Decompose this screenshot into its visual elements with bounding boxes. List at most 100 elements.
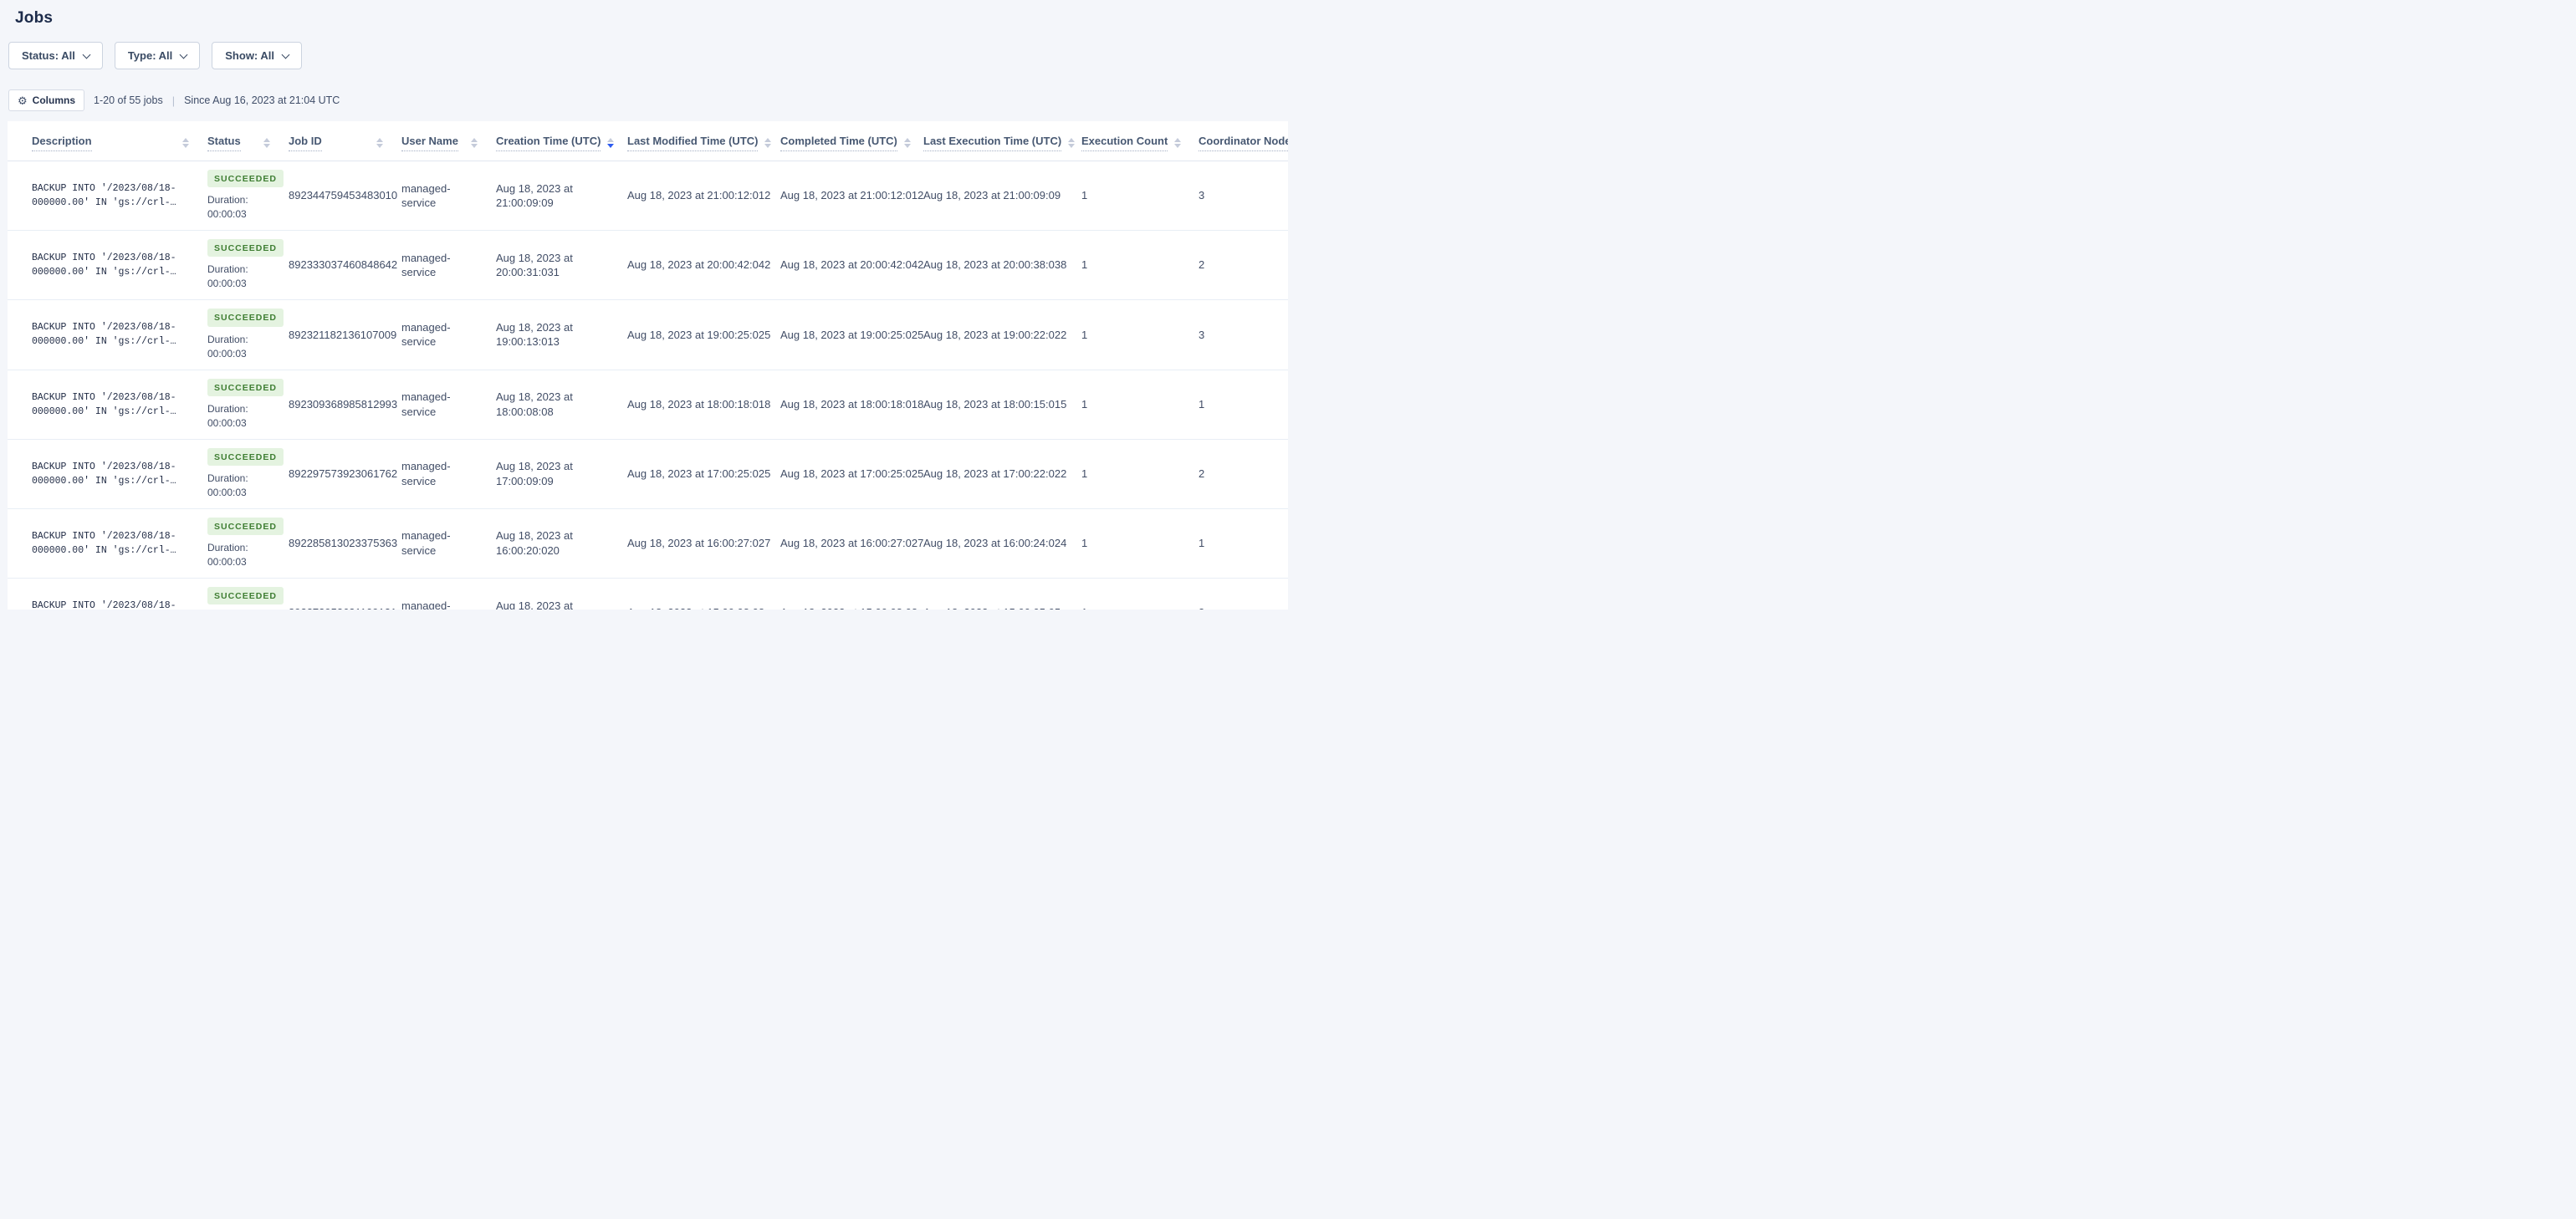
job-duration: Duration: 00:00:03 <box>207 333 248 360</box>
page-title: Jobs <box>15 9 54 27</box>
completed-time-cell: Aug 18, 2023 at 19:00:25:025 <box>772 299 923 370</box>
sort-arrows-icon <box>464 138 478 148</box>
status-badge: SUCCEEDED <box>207 447 284 466</box>
job-id-cell: 892321182136107009 <box>280 299 396 370</box>
status-cell: SUCCEEDED Duration: 00:00:03 <box>199 438 284 509</box>
table-toolbar: ⚙ Columns 1-20 of 55 jobs | Since Aug 16… <box>8 89 1288 111</box>
completed-time-cell: Aug 18, 2023 at 17:00:25:025 <box>772 438 923 509</box>
execution-count-cell: 1 <box>1073 369 1190 440</box>
columns-button-label: Columns <box>32 94 75 106</box>
status-cell: SUCCEEDED Duration: 00:00:03 <box>199 230 284 300</box>
user-name-cell: managed-service <box>393 369 488 440</box>
creation-time-cell: Aug 18, 2023 at 15:00:00:00 <box>488 578 619 610</box>
job-duration: Duration: 00:00:03 <box>207 263 248 290</box>
last-modified-time-cell: Aug 18, 2023 at 17:00:25:025 <box>619 438 772 509</box>
last-execution-time-cell: Aug 18, 2023 at 21:00:09:09 <box>915 161 1073 231</box>
creation-time-cell: Aug 18, 2023 at 19:00:13:013 <box>488 299 619 370</box>
status-badge: SUCCEEDED <box>207 378 284 396</box>
column-header-last-modified-time[interactable]: Last Modified Time (UTC) <box>619 121 772 161</box>
type-filter-dropdown[interactable]: Type: All <box>114 42 201 69</box>
user-name-cell: managed-service <box>393 230 488 300</box>
coordinator-node-cell: 3 <box>1190 578 1288 610</box>
column-header-last-execution-time[interactable]: Last Execution Time (UTC) <box>915 121 1076 161</box>
job-id-cell: 892344759453483010 <box>280 161 397 231</box>
status-badge: SUCCEEDED <box>207 517 284 536</box>
status-badge: SUCCEEDED <box>207 309 284 327</box>
job-id-cell: 892309368985812993 <box>280 369 397 440</box>
jobs-count: 1-20 of 55 jobs <box>94 94 163 106</box>
last-modified-time-cell: Aug 18, 2023 at 20:00:42:042 <box>619 230 772 300</box>
chevron-down-icon <box>179 50 188 59</box>
column-header-execution-count[interactable]: Execution Count <box>1073 121 1190 161</box>
jobs-table-body: BACKUP INTO '/2023/08/18- 000000.00' IN '… <box>8 161 1288 610</box>
coordinator-node-cell: 1 <box>1190 507 1288 579</box>
table-row: BACKUP INTO '/2023/08/18-000000.00' IN '… <box>8 369 1288 440</box>
coordinator-node-cell: 3 <box>1190 161 1288 231</box>
job-id-cell: 892297573923061762 <box>280 438 397 509</box>
coordinator-node-cell: 2 <box>1190 230 1288 300</box>
job-id-cell: 892333037460848642 <box>280 230 397 300</box>
completed-time-cell: Aug 18, 2023 at 18:00:18:018 <box>772 369 923 440</box>
job-description-link[interactable]: BACKUP INTO '/2023/08/18-000000.00' IN '… <box>32 460 189 488</box>
job-description-link[interactable]: BACKUP INTO '/2023/08/18-000000.00' IN '… <box>32 251 189 279</box>
description-cell: BACKUP INTO '/2023/08/18-000000.00' IN '… <box>8 578 199 610</box>
job-duration: Duration: 00:00:03 <box>207 542 248 569</box>
completed-time-cell: Aug 18, 2023 at 16:00:27:027 <box>772 507 923 579</box>
job-duration: Duration: 00:00:03 <box>207 194 248 221</box>
columns-button[interactable]: ⚙ Columns <box>8 89 84 111</box>
description-cell: BACKUP INTO '/2023/08/18-000000.00' IN '… <box>8 507 199 579</box>
execution-count-cell: 1 <box>1073 578 1190 610</box>
execution-count-cell: 1 <box>1073 507 1190 579</box>
table-row: BACKUP INTO '/2023/08/18-000000.00' IN '… <box>8 230 1288 300</box>
jobs-table: Description Status Job ID User Name Crea… <box>8 121 1288 610</box>
sort-arrows-icon <box>176 138 189 148</box>
status-cell: SUCCEEDED Duration: 00:00:03 <box>199 578 284 610</box>
creation-time-cell: Aug 18, 2023 at 21:00:09:09 <box>488 161 619 231</box>
user-name-cell: managed-service <box>393 507 488 579</box>
status-badge: SUCCEEDED <box>207 239 284 258</box>
sort-arrows-icon <box>1061 138 1076 148</box>
column-header-completed-time[interactable]: Completed Time (UTC) <box>772 121 915 161</box>
description-cell: BACKUP INTO '/2023/08/18-000000.00' IN '… <box>8 299 199 370</box>
coordinator-node-cell: 1 <box>1190 369 1288 440</box>
column-header-description[interactable]: Description <box>8 121 199 161</box>
status-cell: SUCCEEDED Duration: 00:00:03 <box>199 161 284 231</box>
job-id-cell: 892285813023375363 <box>280 507 397 579</box>
creation-time-cell: Aug 18, 2023 at 16:00:20:020 <box>488 507 619 579</box>
coordinator-node-cell: 3 <box>1190 299 1288 370</box>
job-description-link[interactable]: BACKUP INTO '/2023/08/18-000000.00' IN '… <box>32 599 189 610</box>
last-execution-time-cell: Aug 18, 2023 at 20:00:38:038 <box>915 230 1073 300</box>
description-cell: BACKUP INTO '/2023/08/18-000000.00' IN '… <box>8 369 199 440</box>
column-header-coordinator-node[interactable]: Coordinator Node <box>1190 121 1288 161</box>
status-badge: SUCCEEDED <box>207 170 284 188</box>
last-execution-time-cell: Aug 18, 2023 at 15:00:05:05 <box>915 578 1073 610</box>
job-description-link[interactable]: BACKUP INTO '/2023/08/18-000000.00' IN '… <box>32 529 189 558</box>
column-header-user-name[interactable]: User Name <box>393 121 488 161</box>
sort-arrows-icon <box>1168 138 1182 148</box>
job-description-link[interactable]: BACKUP INTO '/2023/08/18-000000.00' IN '… <box>32 181 189 210</box>
user-name-cell: managed-service <box>393 161 488 231</box>
job-description-link[interactable]: BACKUP INTO '/2023/08/18-000000.00' IN '… <box>32 320 189 349</box>
column-header-creation-time[interactable]: Creation Time (UTC) <box>488 121 619 161</box>
status-cell: SUCCEEDED Duration: 00:00:03 <box>199 507 284 579</box>
column-header-job-id[interactable]: Job ID <box>280 121 393 161</box>
show-filter-dropdown[interactable]: Show: All <box>212 42 303 69</box>
status-filter-dropdown[interactable]: Status: All <box>8 42 103 69</box>
column-header-status[interactable]: Status <box>199 121 280 161</box>
table-row: BACKUP INTO '/2023/08/18-000000.00' IN '… <box>8 578 1288 610</box>
execution-count-cell: 1 <box>1073 230 1190 300</box>
coordinator-node-cell: 2 <box>1190 438 1288 509</box>
user-name-cell: managed-service <box>393 578 488 610</box>
jobs-page: Jobs Status: All Type: All Show: All ⚙ C… <box>0 0 1288 610</box>
last-modified-time-cell: Aug 18, 2023 at 18:00:18:018 <box>619 369 772 440</box>
last-modified-time-cell: Aug 18, 2023 at 16:00:27:027 <box>619 507 772 579</box>
last-execution-time-cell: Aug 18, 2023 at 18:00:15:015 <box>915 369 1073 440</box>
job-duration: Duration: 00:00:03 <box>207 402 248 429</box>
sort-arrows-icon <box>758 138 772 148</box>
show-filter-label: Show: All <box>225 49 275 62</box>
table-header-row: Description Status Job ID User Name Crea… <box>8 121 1288 161</box>
type-filter-label: Type: All <box>127 49 173 62</box>
user-name-cell: managed-service <box>393 438 488 509</box>
description-cell: BACKUP INTO '/2023/08/18-000000.00' IN '… <box>8 161 199 231</box>
job-description-link[interactable]: BACKUP INTO '/2023/08/18-000000.00' IN '… <box>32 390 189 419</box>
